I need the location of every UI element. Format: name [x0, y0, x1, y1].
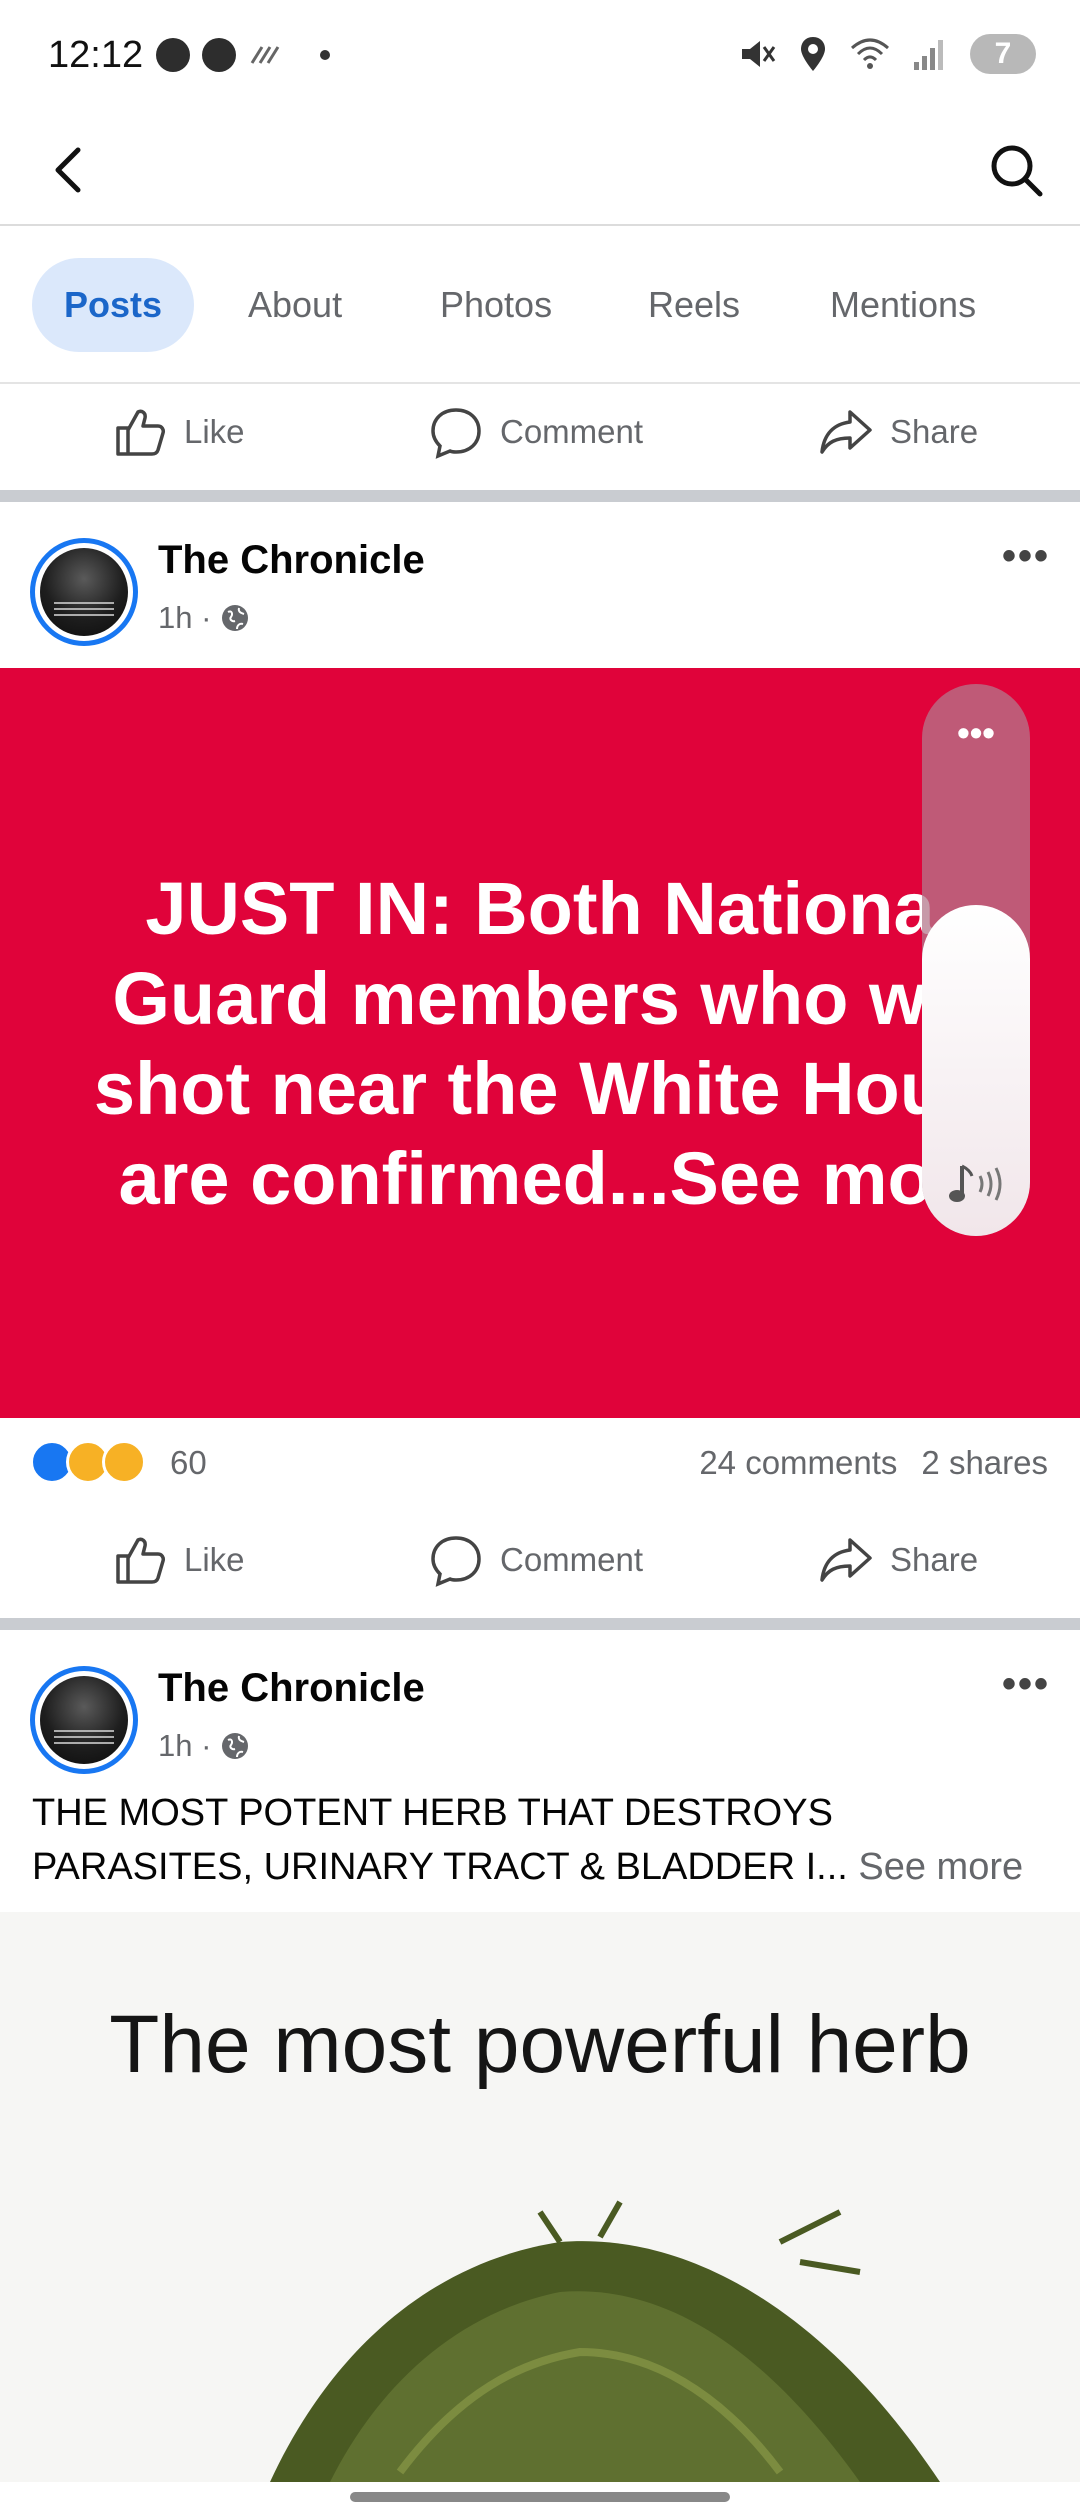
share-icon [820, 1538, 872, 1582]
home-indicator[interactable] [350, 2492, 730, 2502]
sad-reaction-icon [102, 1440, 146, 1484]
post-time: 1h · [158, 600, 212, 635]
share-label: Share [890, 413, 979, 450]
back-arrow-icon[interactable] [40, 140, 100, 200]
reactions-row: 60 24 comments 2 shares [0, 1418, 1080, 1504]
comment-label: Comment [500, 413, 644, 450]
post-image[interactable]: The most powerful herb [0, 1912, 1080, 2482]
feed-divider [0, 490, 1080, 502]
battery-icon: 7 [970, 34, 1036, 74]
comment-button[interactable]: Comment [428, 376, 643, 488]
messenger-icon [202, 38, 236, 72]
post-body: THE MOST POTENT HERB THAT DESTROYS PARAS… [32, 1792, 848, 1888]
search-icon[interactable] [986, 140, 1046, 200]
comment-label: Comment [500, 1541, 644, 1578]
reaction-count[interactable]: 60 [170, 1444, 207, 1482]
location-icon [801, 37, 825, 71]
signal-strength-icon [250, 46, 280, 64]
share-count[interactable]: 2 shares [921, 1444, 1048, 1482]
comment-count[interactable]: 24 comments [699, 1444, 897, 1482]
like-button[interactable]: Like [112, 1504, 245, 1616]
post-meta: 1h · [158, 1728, 251, 1764]
status-time: 12:12 [48, 34, 144, 76]
comment-icon [431, 1536, 481, 1587]
comment-icon [431, 408, 481, 459]
cell-signal-icon [914, 40, 943, 70]
reaction-icons[interactable] [30, 1440, 146, 1484]
page-name[interactable]: The Chronicle [158, 538, 425, 583]
post-header: The Chronicle 1h · ••• [0, 508, 1080, 668]
globe-icon [222, 1733, 249, 1759]
share-button[interactable]: Share [818, 1504, 978, 1616]
thumbs-up-icon [116, 1537, 165, 1584]
volume-slider[interactable]: ••• [922, 684, 1030, 1236]
wifi-icon [851, 38, 889, 69]
mute-icon [742, 41, 776, 67]
share-label: Share [890, 1541, 979, 1578]
post-text: THE MOST POTENT HERB THAT DESTROYS PARAS… [32, 1786, 1062, 1894]
share-button[interactable]: Share [818, 376, 978, 488]
engagement-stats: 24 comments 2 shares [699, 1444, 1048, 1482]
post-headline: JUST IN: Both Nationa Guard members who … [93, 867, 987, 1220]
feed-divider [0, 1618, 1080, 1630]
status-bar: 12:12 7 [0, 0, 1080, 118]
avatar[interactable] [30, 538, 138, 646]
post-image[interactable]: JUST IN: Both Nationa Guard members who … [0, 668, 1080, 1418]
tab-posts[interactable]: Posts [32, 258, 195, 352]
post-time: 1h · [158, 1728, 212, 1763]
more-options-icon[interactable]: ••• [1002, 1662, 1050, 1707]
globe-icon [222, 605, 249, 631]
comment-button[interactable]: Comment [428, 1504, 643, 1616]
profile-tabs: Posts About Photos Reels Mentions [0, 228, 1080, 384]
music-volume-icon [949, 1164, 1002, 1202]
thumbs-up-icon [116, 409, 165, 456]
messenger-icon [156, 38, 190, 72]
tab-reels[interactable]: Reels [616, 258, 772, 352]
notification-icons [156, 38, 330, 72]
tab-about[interactable]: About [216, 258, 374, 352]
notification-dot-icon [320, 50, 330, 60]
action-row: Like Comment Share [0, 1504, 1080, 1616]
post-meta: 1h · [158, 600, 251, 636]
page-name[interactable]: The Chronicle [158, 1666, 425, 1711]
see-more-link[interactable]: See more [858, 1846, 1023, 1888]
tab-photos[interactable]: Photos [408, 258, 584, 352]
like-label: Like [184, 413, 245, 450]
share-icon [820, 410, 872, 454]
volume-more-icon[interactable]: ••• [922, 712, 1030, 754]
like-button[interactable]: Like [112, 376, 245, 488]
action-row-top: Like Comment Share [0, 376, 1080, 488]
more-options-icon[interactable]: ••• [1002, 534, 1050, 579]
like-label: Like [184, 1541, 245, 1578]
system-icons: 7 [738, 34, 1036, 74]
tab-mentions[interactable]: Mentions [798, 258, 1008, 352]
avatar[interactable] [30, 1666, 138, 1774]
app-bar [0, 118, 1080, 226]
post-header: The Chronicle 1h · ••• [0, 1636, 1080, 1796]
herb-illustration [270, 2200, 940, 2482]
